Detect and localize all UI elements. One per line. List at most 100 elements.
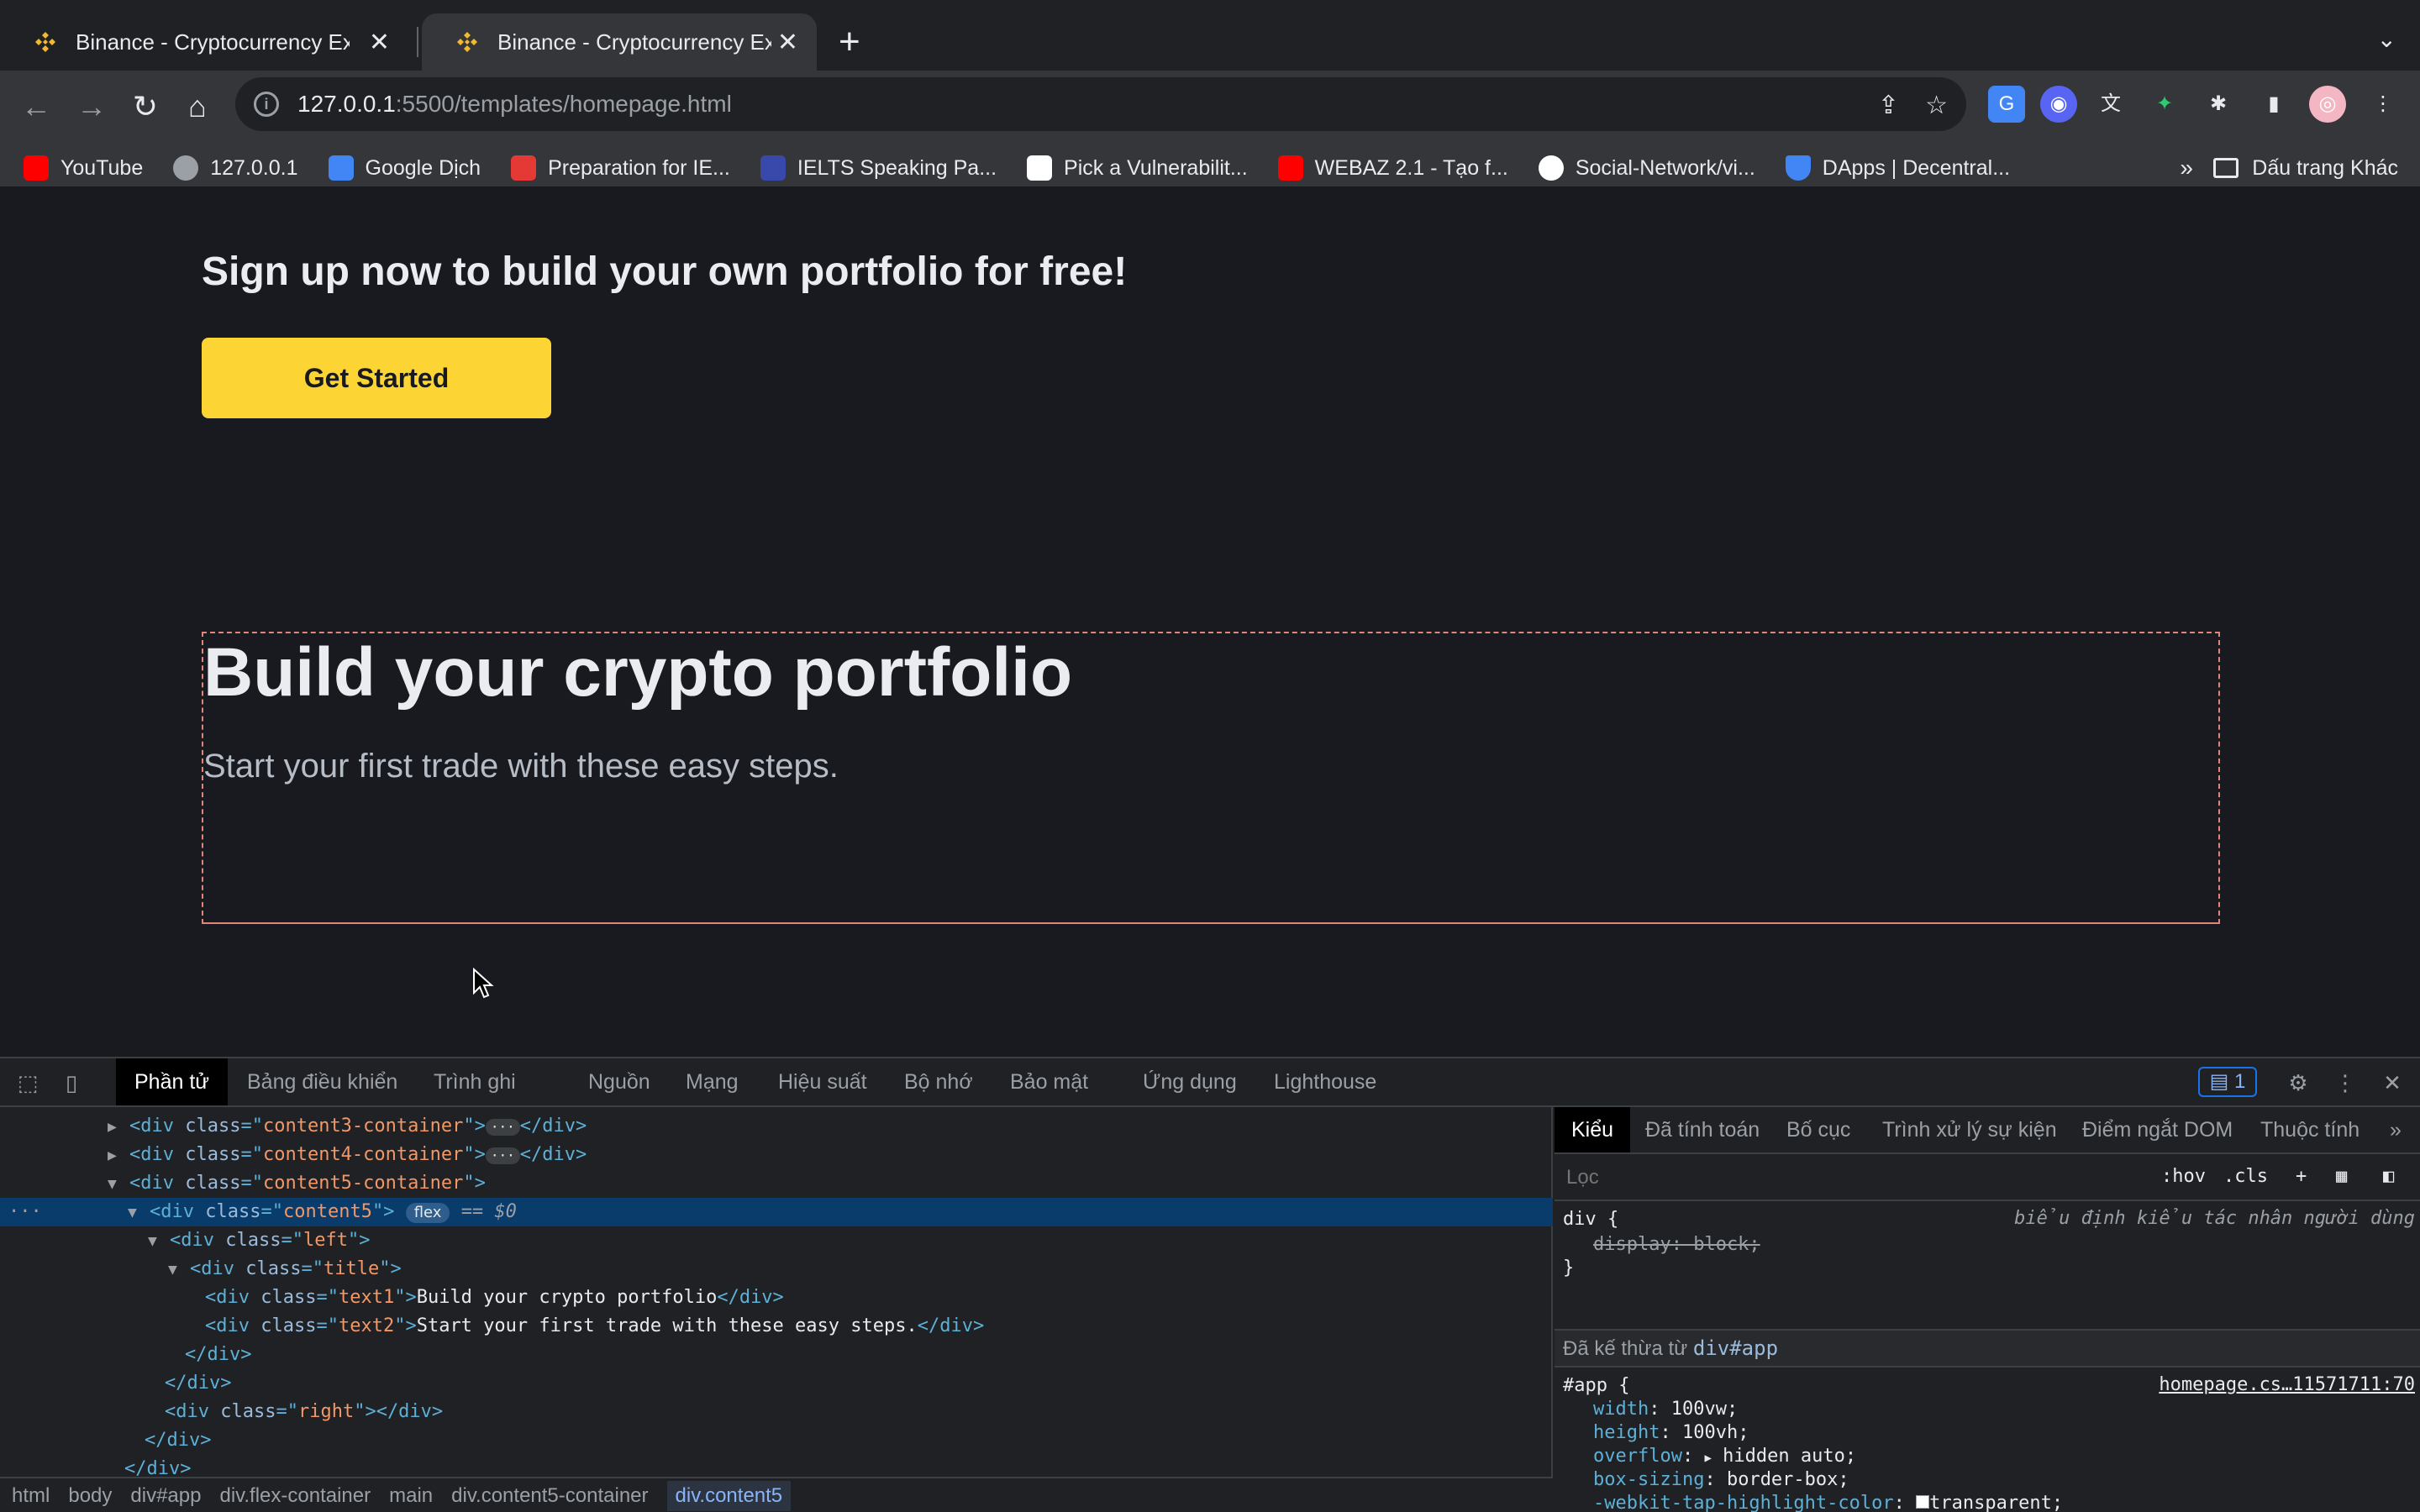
css-prop-overflow[interactable]: overflow: ▶ hidden auto; — [1593, 1445, 1856, 1470]
ha-icon — [1027, 155, 1053, 181]
collapse-arrow-icon[interactable]: ▼ — [108, 1170, 129, 1199]
bookmark-dapps[interactable]: DApps | Decentral... — [1785, 155, 2010, 181]
css-prop-tap-highlight[interactable]: -webkit-tap-highlight-color: transparent… — [1593, 1492, 2063, 1512]
tab-recorder[interactable]: Trình ghi — [434, 1058, 516, 1105]
more-options-icon[interactable]: ⋮ — [2333, 1070, 2358, 1095]
bookmark-localhost[interactable]: 127.0.0.1 — [173, 155, 298, 181]
crumb-app[interactable]: div#app — [130, 1484, 201, 1508]
paint-brush-icon[interactable]: ▦ — [2336, 1166, 2347, 1187]
inspect-element-icon[interactable]: ⬚ — [15, 1070, 40, 1095]
crumb-body[interactable]: body — [68, 1484, 112, 1508]
css-prop-width[interactable]: width: 100vw; — [1593, 1398, 1738, 1421]
shield-icon — [1785, 155, 1811, 181]
tab-search-chevron-icon[interactable]: ⌄ — [2377, 25, 2396, 53]
toggle-sidebar-icon[interactable]: ◧ — [2383, 1166, 2394, 1187]
bookmark-webaz[interactable]: WEBAZ 2.1 - Tạo f... — [1277, 155, 1508, 181]
dom-node-right[interactable]: <div class="right"></div> — [0, 1398, 1553, 1426]
tab-console[interactable]: Bảng điều khiển — [247, 1058, 397, 1105]
css-prop-height[interactable]: height: 100vh; — [1593, 1421, 1749, 1445]
binance-logo-icon — [35, 32, 55, 52]
dom-node-content4[interactable]: ▶ <div class="content4-container"> ··· </di… — [0, 1141, 1553, 1169]
browser-tab-1[interactable]: Binance - Cryptocurrency Exch ✕ — [0, 13, 408, 71]
bookmark-google-dich[interactable]: Google Dịch — [328, 155, 481, 181]
expand-arrow-icon[interactable]: ▶ — [108, 1142, 129, 1170]
flex-badge[interactable]: flex — [405, 1203, 450, 1223]
dom-node-text1[interactable]: <div class="text1">Build your crypto por… — [0, 1284, 1553, 1312]
color-swatch-icon[interactable] — [1916, 1495, 1930, 1509]
browser-tab-2[interactable]: Binance - Cryptocurrency Exch ✕ — [422, 13, 817, 71]
collapsed-ellipsis[interactable]: ··· — [485, 1119, 520, 1136]
crumb-main[interactable]: main — [389, 1484, 433, 1508]
get-started-button[interactable]: Get Started — [202, 338, 551, 418]
dom-node-title[interactable]: ▼ <div class="title"> — [0, 1255, 1553, 1284]
tab-sources[interactable]: Nguồn — [588, 1058, 650, 1105]
tab-layout[interactable]: Bố cục — [1786, 1107, 1850, 1152]
bookmark-preparation-ielts[interactable]: Preparation for IE... — [511, 155, 730, 181]
bookmark-star-icon[interactable]: ☆ — [1925, 91, 1948, 120]
bird-extension-icon[interactable]: ✦ — [2146, 86, 2183, 123]
crumb-content5[interactable]: div.content5 — [666, 1481, 792, 1511]
dom-node-text2[interactable]: <div class="text2">Start your first trad… — [0, 1312, 1553, 1341]
tab-memory[interactable]: Bộ nhớ — [904, 1058, 973, 1105]
home-icon[interactable]: ⌂ — [176, 86, 218, 128]
bookmark-youtube[interactable]: YouTube — [24, 155, 143, 181]
site-info-icon[interactable]: i — [254, 92, 279, 117]
crumb-html[interactable]: html — [12, 1484, 50, 1508]
close-tab-icon[interactable]: ✕ — [369, 28, 390, 57]
dom-node-left[interactable]: ▼ <div class="left"> — [0, 1226, 1553, 1255]
collapsed-ellipsis[interactable]: ··· — [485, 1147, 520, 1164]
close-devtools-icon[interactable]: ✕ — [2380, 1070, 2405, 1095]
tab-elements[interactable]: Phần tử — [116, 1058, 229, 1105]
tab-event-listeners[interactable]: Trình xử lý sự kiện — [1882, 1107, 2057, 1152]
chrome-menu-icon[interactable]: ⋮ — [2365, 86, 2402, 123]
signup-heading: Sign up now to build your own portfolio … — [202, 249, 1128, 294]
tab-styles[interactable]: Kiểu — [1555, 1107, 1631, 1152]
reload-icon[interactable]: ↻ — [124, 86, 166, 128]
extensions-puzzle-icon[interactable]: ✱ — [2200, 86, 2237, 123]
tab-security[interactable]: Bảo mật — [1010, 1058, 1088, 1105]
crumb-flex-container[interactable]: div.flex-container — [219, 1484, 371, 1508]
bookmark-pick-vulnerability[interactable]: Pick a Vulnerabilit... — [1027, 155, 1248, 181]
dom-node-content3[interactable]: ▶ <div class="content3-container"> ··· </di… — [0, 1112, 1553, 1141]
collapse-arrow-icon[interactable]: ▼ — [168, 1256, 190, 1284]
forward-icon[interactable]: → — [71, 86, 113, 128]
bookmarks-overflow-button[interactable]: » — [2180, 155, 2193, 181]
dictionary-extension-icon[interactable]: 文 — [2092, 86, 2129, 123]
class-toggle[interactable]: .cls — [2223, 1166, 2268, 1187]
expand-arrow-icon[interactable]: ▶ — [108, 1113, 129, 1142]
issues-badge[interactable]: ▤ 1 — [2198, 1067, 2257, 1097]
address-bar[interactable]: i 127.0.0.1:5500/templates/homepage.html… — [235, 77, 1966, 131]
google-translate-extension-icon[interactable]: G — [1988, 86, 2025, 123]
styles-filter-input[interactable] — [1561, 1161, 2149, 1194]
share-icon[interactable]: ⇪ — [1878, 91, 1899, 120]
css-prop-box-sizing[interactable]: box-sizing: border-box; — [1593, 1468, 1849, 1492]
side-panel-icon[interactable]: ▮ — [2255, 86, 2292, 123]
tab-dom-breakpoints[interactable]: Điểm ngắt DOM — [2082, 1107, 2233, 1152]
bookmark-social-network[interactable]: Social-Network/vi... — [1538, 155, 1755, 181]
tab-network[interactable]: Mạng — [686, 1058, 739, 1105]
device-toolbar-icon[interactable]: ▯ — [59, 1070, 84, 1095]
collapse-arrow-icon[interactable]: ▼ — [128, 1199, 150, 1227]
settings-gear-icon[interactable]: ⚙ — [2286, 1070, 2311, 1095]
tab-computed[interactable]: Đã tính toán — [1645, 1107, 1760, 1152]
new-rule-icon[interactable]: + — [2296, 1166, 2307, 1187]
tab-properties[interactable]: Thuộc tính — [2260, 1107, 2360, 1152]
more-tabs-icon[interactable]: » — [2390, 1107, 2402, 1152]
new-tab-icon[interactable]: + — [839, 20, 860, 64]
discord-extension-icon[interactable]: ◉ — [2040, 86, 2077, 123]
hover-state-toggle[interactable]: :hov — [2161, 1166, 2206, 1187]
page-viewport: Sign up now to build your own portfolio … — [0, 186, 2420, 1057]
crumb-content5-container[interactable]: div.content5-container — [451, 1484, 648, 1508]
dom-node-content5-container[interactable]: ▼ <div class="content5-container"> — [0, 1169, 1553, 1198]
collapse-arrow-icon[interactable]: ▼ — [148, 1227, 170, 1256]
profile-avatar[interactable]: ◎ — [2309, 86, 2346, 123]
back-icon[interactable]: ← — [15, 86, 57, 128]
close-tab-icon[interactable]: ✕ — [777, 28, 798, 57]
tab-lighthouse[interactable]: Lighthouse — [1274, 1058, 1376, 1105]
stylesheet-source-link[interactable]: homepage.cs…11571711:70 — [2159, 1374, 2415, 1395]
bookmark-ielts-speaking[interactable]: IELTS Speaking Pa... — [760, 155, 997, 181]
tab-application[interactable]: Ứng dụng — [1143, 1058, 1237, 1105]
tab-performance[interactable]: Hiệu suất — [778, 1058, 867, 1105]
node-actions-icon[interactable]: ··· — [8, 1198, 42, 1226]
dom-node-content5-selected[interactable]: ··· ▼ <div class="content5"> flex == $0 — [0, 1198, 1553, 1226]
